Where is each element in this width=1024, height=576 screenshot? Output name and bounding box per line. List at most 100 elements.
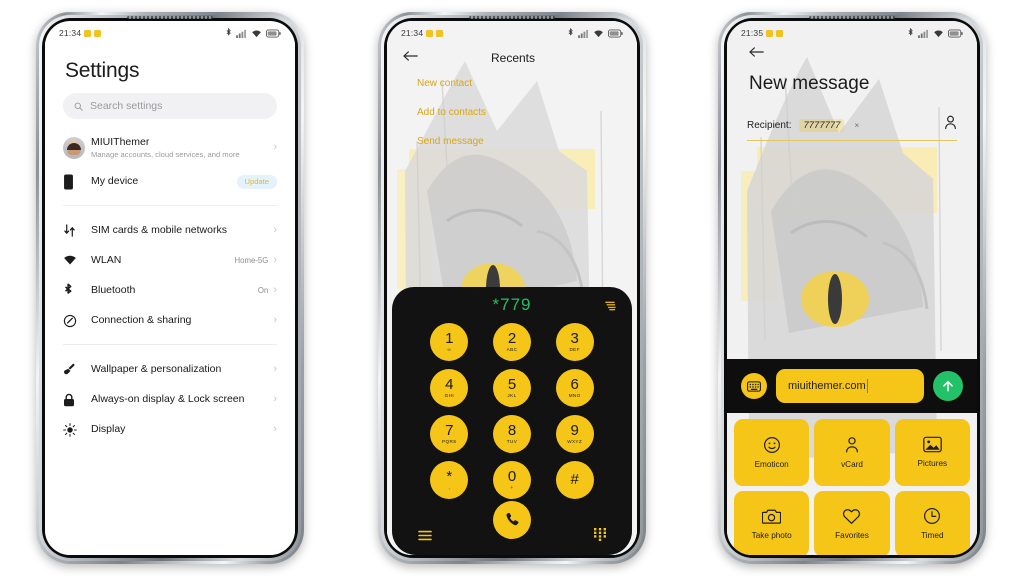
search-input[interactable]: Search settings	[63, 93, 277, 119]
attachment-emoticon[interactable]: Emoticon	[734, 419, 810, 486]
sidebar-item-connection-sharing[interactable]: Connection & sharing ›	[45, 306, 295, 336]
message-input[interactable]: miuithemer.com	[776, 369, 924, 403]
phone-screen-new-message: 21:35 New message Recipient: 7777777 × m…	[727, 21, 977, 555]
bluetooth-icon	[63, 283, 91, 298]
dialpad-key[interactable]: 8 TUV	[481, 415, 544, 454]
sidebar-item-lock-screen[interactable]: Always-on display & Lock screen ›	[45, 385, 295, 415]
chevron-right-icon: ›	[273, 141, 277, 154]
recipient-chip[interactable]: 7777777	[799, 118, 845, 132]
sim-icon	[63, 224, 91, 238]
lock-icon	[63, 393, 91, 407]
dialpad-key[interactable]: 7 PQRS	[418, 415, 481, 454]
back-arrow-icon[interactable]	[749, 45, 765, 62]
pictures-icon	[923, 436, 942, 453]
battery-icon	[608, 29, 623, 37]
attachment-pictures[interactable]: Pictures	[894, 419, 970, 486]
status-badge[interactable]: Update	[236, 174, 277, 189]
dialpad-key[interactable]: 0 +	[481, 461, 544, 500]
send-arrow-icon	[943, 381, 953, 392]
key-digit: 3	[570, 330, 579, 348]
keyboard-button[interactable]	[741, 373, 767, 399]
personalization-section: Wallpaper & personalization › Always-on …	[45, 355, 295, 445]
bluetooth-icon	[568, 28, 573, 36]
status-bar-right	[567, 28, 623, 38]
dialpad-key[interactable]: 3 DEF	[543, 323, 606, 362]
dialpad-key[interactable]: 4 GHI	[418, 369, 481, 408]
sidebar-item-label: Always-on display & Lock screen	[91, 393, 245, 406]
close-icon[interactable]: ×	[854, 121, 859, 130]
key-letters: GHI	[444, 393, 455, 399]
key-letters: ABC	[506, 347, 518, 353]
sidebar-item-sim-cards[interactable]: SIM cards & mobile networks ›	[45, 216, 295, 246]
keypad-grid: 1 ∞ 2 ABC 3 DEF 4 GHI 5 JKL 6 MNO 7 PQRS 8 TUV 9…	[392, 323, 632, 500]
dialpad-key[interactable]: 5 JKL	[481, 369, 544, 408]
dialpad-key[interactable]: 1 ∞	[418, 323, 481, 362]
link-icon	[63, 314, 91, 328]
menu-item-new-contact[interactable]: New contact	[387, 69, 637, 98]
new-message-content: New message Recipient: 7777777 × miuithe…	[727, 41, 977, 555]
network-section: SIM cards & mobile networks › WLAN Home-…	[45, 216, 295, 336]
key-letters: ∞	[447, 347, 452, 353]
sidebar-item-wallpaper[interactable]: Wallpaper & personalization ›	[45, 355, 295, 385]
sidebar-item-account[interactable]: MIUIThemer Manage accounts, cloud servic…	[45, 129, 295, 167]
sidebar-item-value: On	[257, 286, 269, 296]
attachment-favorites[interactable]: Favorites	[814, 490, 890, 555]
dialpad-key[interactable]: 9 WXYZ	[543, 415, 606, 454]
screenshot-stage: 21:34 Settings Search settings MIUITheme…	[0, 0, 1024, 576]
dialpad-key[interactable]: 2 ABC	[481, 323, 544, 362]
settings-content: Settings Search settings MIUIThemer Mana…	[45, 41, 295, 555]
notification-dot-icon	[94, 29, 102, 37]
chevron-right-icon: ›	[273, 363, 277, 376]
attachment-timed[interactable]: Timed	[894, 490, 970, 555]
key-digit: 8	[507, 422, 517, 440]
menu-item-send-message[interactable]: Send message	[387, 127, 637, 156]
dialpad-key[interactable]: 6 MNO	[543, 369, 606, 408]
text-caret	[866, 379, 869, 393]
phone-screen-dialer: 21:34 Recents New contact Add to contact…	[387, 21, 637, 555]
status-bar-right	[225, 28, 281, 38]
sidebar-item-label: Connection & sharing	[91, 314, 192, 327]
status-bar: 21:34	[45, 21, 295, 41]
recipient-field[interactable]: Recipient: 7777777 ×	[747, 115, 957, 141]
key-digit: 1	[445, 330, 454, 348]
sidebar-item-my-device[interactable]: My device Update	[45, 167, 295, 197]
attachment-take-photo[interactable]: Take photo	[734, 490, 810, 555]
attachment-grid: Emoticon vCard Pictures Take photo Favor…	[727, 413, 977, 555]
attachment-vcard[interactable]: vCard	[814, 419, 890, 486]
sidebar-item-wlan[interactable]: WLAN Home-5G ›	[45, 246, 295, 276]
menu-item-add-to-contacts[interactable]: Add to contacts	[387, 98, 637, 127]
account-subtitle: Manage accounts, cloud services, and mor…	[91, 150, 240, 160]
search-placeholder: Search settings	[90, 100, 163, 112]
phone-mockup-dialer: 21:34 Recents New contact Add to contact…	[378, 12, 646, 564]
phone-icon	[63, 174, 91, 190]
keypad-icon[interactable]	[594, 528, 606, 546]
key-letters: MNO	[568, 393, 581, 399]
menu-icon[interactable]	[418, 528, 432, 546]
sidebar-item-display[interactable]: Display ›	[45, 415, 295, 445]
brightness-icon	[63, 423, 91, 437]
search-icon	[74, 102, 83, 111]
attachment-label: Take photo	[751, 530, 792, 540]
page-title: Settings	[65, 59, 140, 82]
dialpad-key[interactable]: #	[543, 461, 606, 500]
battery-icon	[948, 29, 963, 37]
notification-dot-icon	[776, 29, 784, 37]
bluetooth-icon	[908, 28, 913, 36]
sidebar-item-bluetooth[interactable]: Bluetooth On ›	[45, 276, 295, 306]
signal-icon	[236, 29, 246, 38]
key-digit: 5	[507, 376, 517, 394]
dialpad-key[interactable]: *,	[418, 461, 481, 500]
contact-picker-icon[interactable]	[944, 115, 957, 135]
backspace-icon[interactable]	[603, 298, 616, 316]
chevron-right-icon: ›	[273, 314, 277, 327]
wifi-icon	[934, 30, 943, 37]
device-text: My device	[91, 175, 237, 188]
sidebar-item-value: Home-5G	[234, 256, 269, 266]
earpiece-speaker	[469, 16, 555, 19]
chevron-right-icon: ›	[273, 284, 277, 297]
earpiece-speaker	[127, 16, 213, 19]
emoticon-icon	[763, 436, 780, 453]
dialpad-panel: *779 1 ∞ 2 ABC 3 DEF 4 GHI 5 JKL 6 MNO 7 PQRS 8…	[392, 287, 632, 555]
send-button[interactable]	[933, 371, 963, 401]
phone-mockup-settings: 21:34 Settings Search settings MIUITheme…	[36, 12, 304, 564]
